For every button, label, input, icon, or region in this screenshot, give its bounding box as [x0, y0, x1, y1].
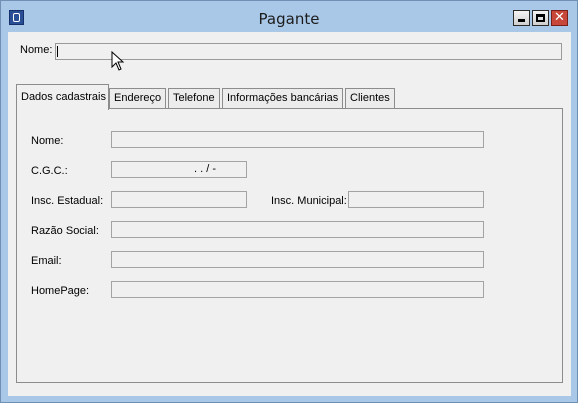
header-name-label: Nome:	[20, 44, 53, 56]
tab-informacoes-bancarias[interactable]: Informações bancárias	[222, 88, 343, 108]
email-label: Email:	[31, 255, 62, 267]
tab-clientes[interactable]: Clientes	[345, 88, 395, 108]
nome-label: Nome:	[31, 135, 64, 147]
form-client-area: Nome: Dados cadastrais Endereço Telefone…	[8, 32, 571, 396]
cgc-input[interactable]: . . / -	[111, 161, 247, 178]
cgc-mask: . . / -	[194, 163, 216, 175]
minimize-button[interactable]	[513, 10, 530, 26]
tab-panel-dados-cadastrais: Nome: C.G.C.: . . / - Insc. Estadual: In…	[16, 108, 563, 383]
title-bar[interactable]: Pagante ✕	[1, 1, 577, 32]
email-input[interactable]	[111, 251, 484, 268]
razao-social-label: Razão Social:	[31, 225, 99, 237]
close-icon: ✕	[554, 10, 565, 25]
insc-estadual-label: Insc. Estadual:	[31, 195, 104, 207]
window-title: Pagante	[258, 10, 320, 28]
maximize-icon	[536, 14, 545, 22]
pagante-window: Pagante ✕ Nome: Dados cadastrais Endereç…	[0, 0, 578, 403]
maximize-button[interactable]	[532, 10, 549, 26]
razao-social-input[interactable]	[111, 221, 484, 238]
cgc-label: C.G.C.:	[31, 165, 68, 177]
tab-dados-cadastrais[interactable]: Dados cadastrais	[16, 84, 109, 110]
tab-telefone[interactable]: Telefone	[168, 88, 220, 108]
insc-estadual-input[interactable]	[111, 191, 247, 208]
insc-municipal-input[interactable]	[348, 191, 484, 208]
header-name-input[interactable]	[55, 43, 562, 60]
nome-input[interactable]	[111, 131, 484, 148]
minimize-icon	[518, 19, 525, 22]
close-button[interactable]: ✕	[551, 10, 568, 26]
tab-endereco[interactable]: Endereço	[109, 88, 166, 108]
text-caret	[57, 46, 58, 57]
homepage-label: HomePage:	[31, 285, 90, 297]
homepage-input[interactable]	[111, 281, 484, 298]
insc-municipal-label: Insc. Municipal:	[271, 195, 347, 207]
mouse-pointer-icon	[111, 51, 125, 71]
